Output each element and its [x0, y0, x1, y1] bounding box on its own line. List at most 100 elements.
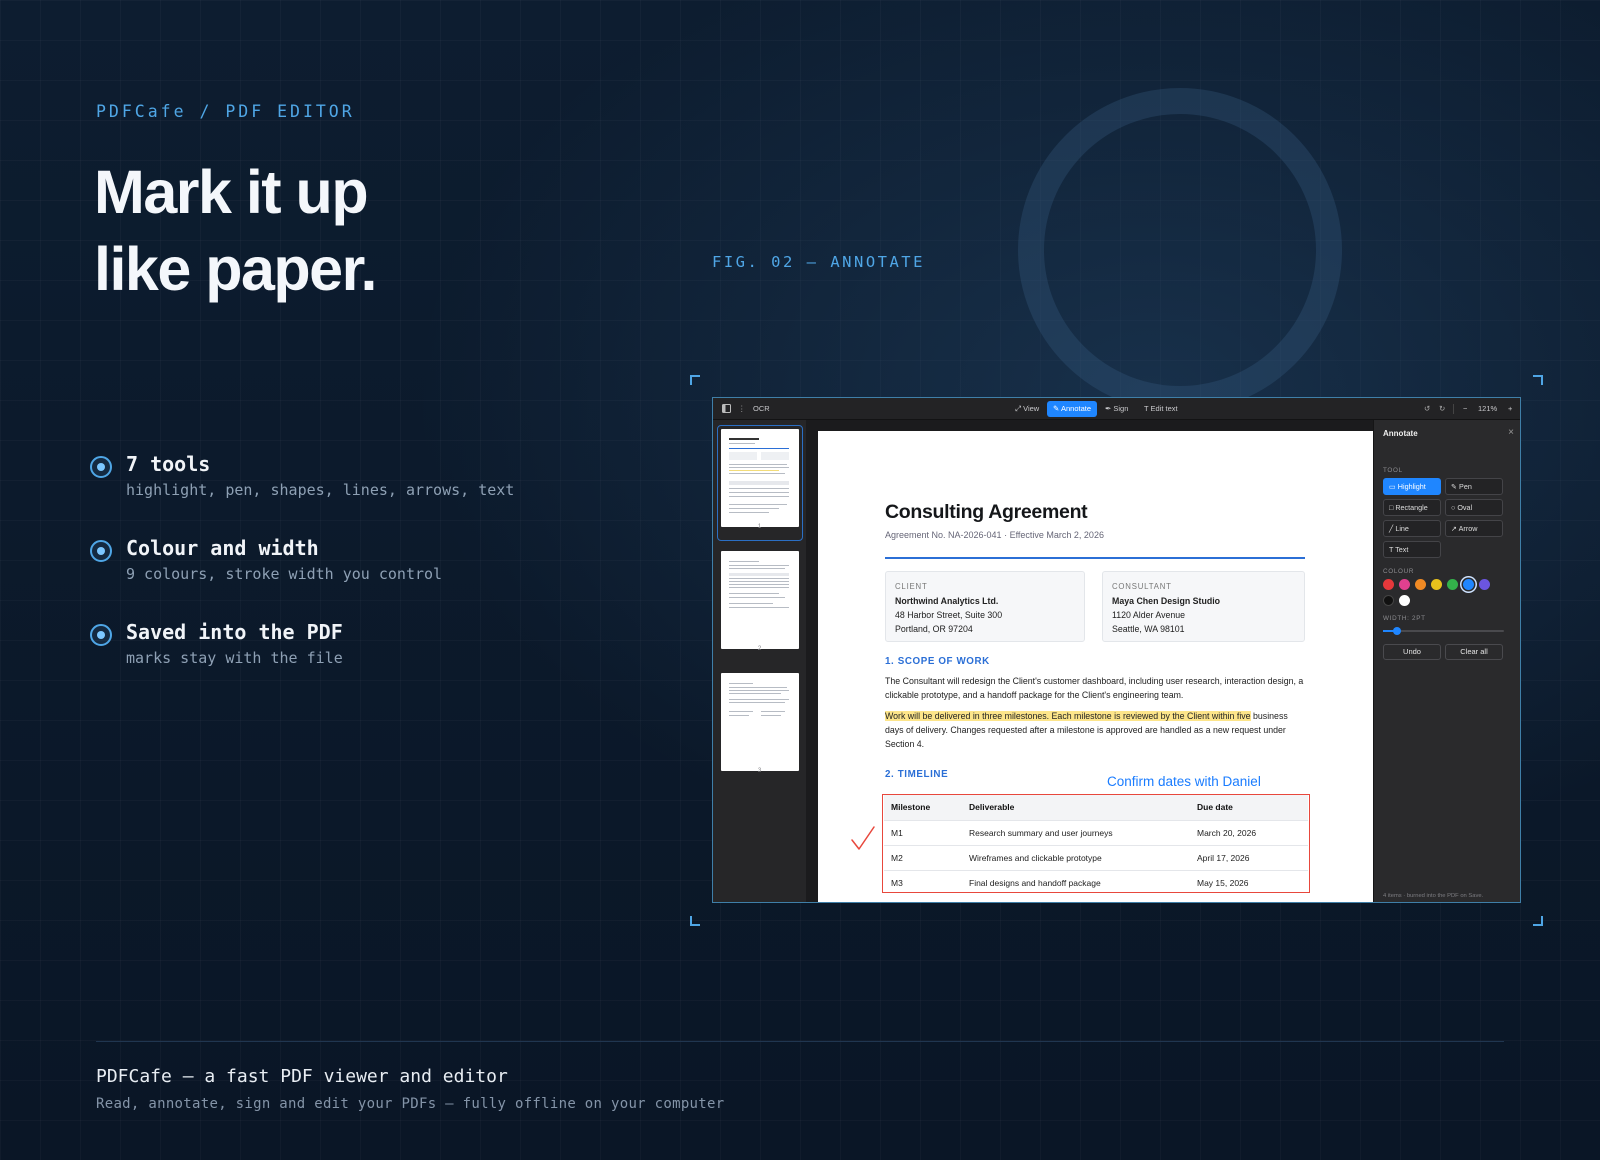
tool-oval[interactable]: ○ Oval: [1445, 499, 1503, 516]
mode-sign-label: Sign: [1113, 404, 1129, 413]
page-number: 1: [757, 523, 762, 530]
tool-rectangle[interactable]: □ Rectangle: [1383, 499, 1441, 516]
headline-line-2: like paper.: [94, 235, 377, 303]
rectangle-annotation[interactable]: [882, 794, 1310, 893]
view-icon: ⤢: [1015, 404, 1021, 413]
mode-sign-button[interactable]: ✒ Sign: [1099, 401, 1134, 417]
panel-status: 4 items · burned into the PDF on Save.: [1383, 893, 1484, 899]
footer-divider: [96, 1041, 1504, 1042]
annotate-panel: Annotate × TOOL ▭ Highlight ✎ Pen □ Rect…: [1373, 420, 1520, 902]
title-rule: [885, 557, 1305, 559]
page-thumbnail-1[interactable]: [721, 429, 799, 527]
decorative-ring: [1018, 88, 1342, 412]
undo-button[interactable]: Undo: [1383, 644, 1441, 660]
tool-label: Rectangle: [1395, 503, 1428, 512]
page-number: 2: [757, 645, 762, 652]
consultant-address-2: Seattle, WA 98101: [1112, 624, 1185, 634]
pen-icon: ✎: [1451, 482, 1458, 491]
tool-section-label: TOOL: [1383, 467, 1403, 474]
tool-highlight[interactable]: ▭ Highlight: [1383, 478, 1441, 495]
colour-swatch-orange[interactable]: [1415, 579, 1426, 590]
undo-icon[interactable]: ↺: [1424, 398, 1430, 420]
feature-desc: marks stay with the file: [126, 649, 343, 667]
tool-line[interactable]: ╱ Line: [1383, 520, 1441, 537]
client-label: CLIENT: [895, 582, 928, 591]
headline-line-1: Mark it up: [94, 158, 369, 226]
sidebar-toggle-icon[interactable]: [722, 398, 731, 420]
tool-label: Oval: [1457, 503, 1473, 512]
mode-annotate-button[interactable]: ✎ Annotate: [1047, 401, 1097, 417]
ocr-button[interactable]: OCR: [753, 398, 770, 420]
text-icon: T: [1389, 545, 1394, 554]
zoom-in-button[interactable]: +: [1508, 398, 1512, 420]
zoom-out-button[interactable]: −: [1463, 398, 1467, 420]
mode-edit-text-label: Edit text: [1150, 404, 1178, 413]
thumbnail-sidebar: 1 2 3: [713, 420, 806, 902]
width-slider-track[interactable]: [1383, 630, 1504, 632]
close-icon[interactable]: ×: [1508, 427, 1514, 438]
page-thumbnail-2[interactable]: [721, 551, 799, 649]
toolbar: ⋮ OCR ⤢ View ✎ Annotate ✒ Sign T Edit te…: [713, 398, 1520, 420]
mode-annotate-label: Annotate: [1060, 404, 1091, 413]
frame-corner: [690, 916, 700, 926]
bullet-dot-icon: [90, 456, 112, 478]
scope-paragraph-2: Work will be delivered in three mileston…: [885, 709, 1307, 752]
colour-swatch-blue[interactable]: [1463, 579, 1474, 590]
rectangle-icon: □: [1389, 503, 1394, 512]
panel-title: Annotate: [1383, 429, 1418, 438]
clear-all-button[interactable]: Clear all: [1445, 644, 1503, 660]
consultant-label: CONSULTANT: [1112, 582, 1172, 591]
tool-label: Arrow: [1458, 524, 1478, 533]
feature-title: 7 tools: [126, 452, 211, 476]
app-window: ⋮ OCR ⤢ View ✎ Annotate ✒ Sign T Edit te…: [712, 397, 1521, 903]
footer-title: PDFCafe — a fast PDF viewer and editor: [96, 1066, 508, 1087]
oval-icon: ○: [1451, 503, 1456, 512]
text-icon: T: [1144, 404, 1149, 413]
mode-edit-text-button[interactable]: T Edit text: [1138, 401, 1184, 417]
pen-icon: ✎: [1053, 404, 1060, 413]
tool-arrow[interactable]: ↗ Arrow: [1445, 520, 1503, 537]
colour-swatch-green[interactable]: [1447, 579, 1458, 590]
highlight-annotation[interactable]: Work will be delivered in three mileston…: [885, 711, 1251, 721]
document-canvas: Consulting Agreement Agreement No. NA-20…: [806, 420, 1373, 902]
tool-label: Pen: [1459, 482, 1472, 491]
page-thumbnail-3[interactable]: [721, 673, 799, 771]
tool-text[interactable]: T Text: [1383, 541, 1441, 558]
redo-icon[interactable]: ↻: [1439, 398, 1445, 420]
mode-view-button[interactable]: ⤢ View: [1009, 401, 1045, 417]
section-heading-scope: 1. SCOPE OF WORK: [885, 656, 990, 667]
client-address-1: 48 Harbor Street, Suite 300: [895, 610, 1003, 620]
footer-subtitle: Read, annotate, sign and edit your PDFs …: [96, 1096, 725, 1112]
figure-label: FIG. 02 — ANNOTATE: [712, 253, 925, 271]
pen-checkmark-annotation[interactable]: [850, 824, 876, 852]
zoom-level[interactable]: 121%: [1478, 398, 1497, 420]
client-card: CLIENT Northwind Analytics Ltd. 48 Harbo…: [885, 571, 1085, 642]
line-icon: ╱: [1389, 524, 1394, 533]
signature-icon: ✒: [1105, 404, 1112, 413]
width-slider-thumb[interactable]: [1393, 627, 1401, 635]
client-address-2: Portland, OR 97204: [895, 624, 973, 634]
client-name: Northwind Analytics Ltd.: [895, 596, 999, 606]
bullet-dot-icon: [90, 624, 112, 646]
colour-section-label: COLOUR: [1383, 568, 1415, 575]
tool-pen[interactable]: ✎ Pen: [1445, 478, 1503, 495]
colour-swatch-pink[interactable]: [1399, 579, 1410, 590]
feature-title: Colour and width: [126, 536, 319, 560]
pdf-page[interactable]: Consulting Agreement Agreement No. NA-20…: [818, 431, 1373, 902]
headline: Mark it up like paper.: [94, 154, 377, 308]
document-subtitle: Agreement No. NA-2026-041 · Effective Ma…: [885, 530, 1104, 540]
colour-swatch-red[interactable]: [1383, 579, 1394, 590]
mode-view-label: View: [1023, 404, 1040, 413]
consultant-address-1: 1120 Alder Avenue: [1112, 610, 1186, 620]
bullet-dot-icon: [90, 540, 112, 562]
colour-swatch-yellow[interactable]: [1431, 579, 1442, 590]
tool-label: Highlight: [1397, 482, 1426, 491]
width-label: WIDTH: 2PT: [1383, 615, 1426, 622]
text-annotation[interactable]: Confirm dates with Daniel: [1107, 774, 1261, 789]
toolbar-divider: [1453, 404, 1454, 414]
colour-swatch-white[interactable]: [1399, 595, 1410, 606]
colour-swatch-purple[interactable]: [1479, 579, 1490, 590]
more-icon[interactable]: ⋮: [738, 398, 746, 420]
colour-swatch-black[interactable]: [1383, 595, 1394, 606]
section-heading-timeline: 2. TIMELINE: [885, 769, 949, 780]
